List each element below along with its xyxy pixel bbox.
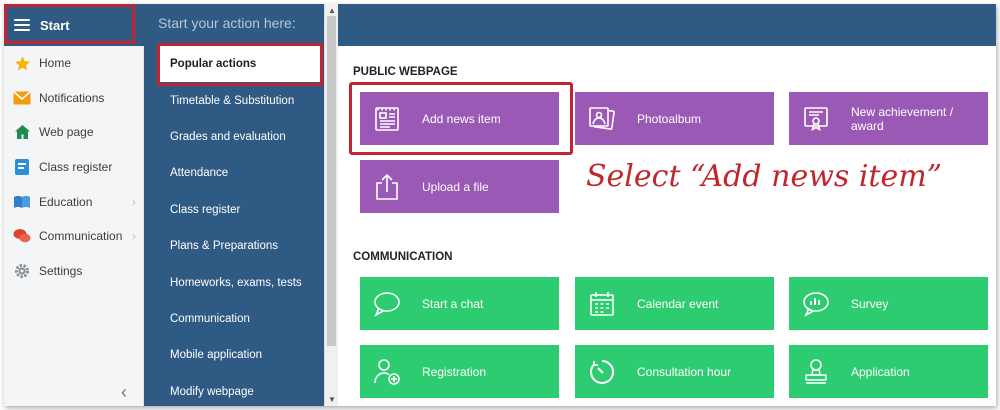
timer-icon [587, 357, 617, 387]
menu-item-modify-webpage[interactable]: Modify webpage [144, 374, 324, 406]
calendar-icon [587, 289, 617, 319]
start-button[interactable]: Start [4, 4, 144, 46]
upload-icon [372, 172, 402, 202]
tile-new-achievement[interactable]: New achievement / award [789, 92, 988, 145]
tile-registration[interactable]: Registration [360, 345, 559, 398]
hamburger-menu-icon [14, 19, 30, 31]
tile-label: Upload a file [422, 179, 489, 194]
menu-item-grades[interactable]: Grades and evaluation [144, 119, 324, 155]
start-label: Start [40, 17, 70, 33]
tile-application[interactable]: Application [789, 345, 988, 398]
tile-label: Consultation hour [637, 364, 732, 379]
tile-label-line-2: award [851, 118, 884, 133]
sidebar-item-class-register[interactable]: Class register [4, 150, 144, 185]
star-icon [13, 54, 31, 72]
sidebar-item-label: Web page [39, 125, 94, 140]
action-menu-list: Popular actions Timetable & Substitution… [144, 46, 324, 406]
scroll-up-icon[interactable]: ▲ [328, 6, 336, 15]
main-header-bar [338, 4, 996, 46]
survey-icon [801, 289, 831, 319]
tile-add-news-item[interactable]: Add news item [360, 92, 559, 145]
tile-label: Registration [422, 364, 487, 379]
annotation-text: Select “Add news item” [586, 159, 943, 194]
scrollbar-thumb[interactable] [327, 16, 336, 346]
tile-label: Photoalbum [637, 111, 702, 126]
tile-consultation-hour[interactable]: Consultation hour [575, 345, 774, 398]
stamp-icon [801, 357, 831, 387]
menu-item-communication[interactable]: Communication [144, 301, 324, 337]
tile-label-line-1: New achievement / [851, 104, 954, 119]
photos-icon [587, 104, 617, 134]
action-menu: Start your action here: Popular actions … [144, 4, 324, 406]
menu-item-popular-actions[interactable]: Popular actions [157, 46, 321, 83]
sidebar-item-settings[interactable]: Settings [4, 254, 144, 289]
tile-survey[interactable]: Survey [789, 277, 988, 330]
tile-photoalbum[interactable]: Photoalbum [575, 92, 774, 145]
chevron-right-icon: › [132, 229, 136, 244]
main-content: PUBLIC WEBPAGE Add news item Photoalbum … [338, 46, 996, 406]
envelope-icon [13, 89, 31, 107]
chevron-right-icon: › [132, 194, 136, 209]
sidebar-item-label: Notifications [39, 90, 105, 105]
gear-icon [13, 262, 31, 280]
user-add-icon [372, 357, 402, 387]
sidebar-item-web-page[interactable]: Web page [4, 115, 144, 150]
menu-item-class-register[interactable]: Class register [144, 192, 324, 228]
section-heading-communication: COMMUNICATION [353, 251, 453, 263]
chat-icon [372, 289, 402, 319]
menu-item-homeworks[interactable]: Homeworks, exams, tests [144, 264, 324, 300]
tile-label: Application [851, 364, 910, 379]
newspaper-icon [372, 104, 402, 134]
menu-item-timetable[interactable]: Timetable & Substitution [144, 82, 324, 118]
section-heading-public-webpage: PUBLIC WEBPAGE [353, 66, 458, 78]
tile-label: Calendar event [637, 296, 719, 311]
tile-start-a-chat[interactable]: Start a chat [360, 277, 559, 330]
scroll-down-icon[interactable]: ▼ [328, 395, 336, 404]
collapse-sidebar-icon[interactable]: ‹ [121, 382, 127, 403]
certificate-icon [801, 104, 831, 134]
register-icon [13, 158, 31, 176]
sidebar-item-home[interactable]: Home [4, 46, 144, 81]
sidebar-item-label: Home [39, 56, 72, 71]
chat-bubbles-icon [13, 227, 31, 245]
tile-label: New achievement / award [851, 105, 953, 133]
sidebar-nav: Home Notifications Web page Class regist… [4, 46, 144, 288]
menu-item-mobile-application[interactable]: Mobile application [144, 337, 324, 373]
tile-label: Add news item [422, 111, 501, 126]
menu-item-attendance[interactable]: Attendance [144, 155, 324, 191]
tile-upload-a-file[interactable]: Upload a file [360, 160, 559, 213]
sidebar-item-label: Class register [39, 160, 113, 175]
sidebar-item-label: Education [39, 194, 93, 209]
tile-label: Start a chat [422, 296, 484, 311]
sidebar-item-communication[interactable]: Communication › [4, 219, 144, 254]
house-icon [13, 123, 31, 141]
menu-item-plans[interactable]: Plans & Preparations [144, 228, 324, 264]
menu-title: Start your action here: [158, 15, 296, 31]
sidebar-item-notifications[interactable]: Notifications [4, 81, 144, 116]
book-icon [13, 193, 31, 211]
sidebar-item-label: Communication [39, 229, 123, 244]
tile-label: Survey [851, 296, 889, 311]
left-sidebar: Start Home Notifications Web page Class … [4, 4, 144, 406]
tile-calendar-event[interactable]: Calendar event [575, 277, 774, 330]
app-window: Start Home Notifications Web page Class … [4, 4, 996, 406]
sidebar-item-label: Settings [39, 263, 83, 278]
sidebar-item-education[interactable]: Education › [4, 184, 144, 219]
menu-scrollbar[interactable]: ▲ ▼ [324, 4, 338, 406]
